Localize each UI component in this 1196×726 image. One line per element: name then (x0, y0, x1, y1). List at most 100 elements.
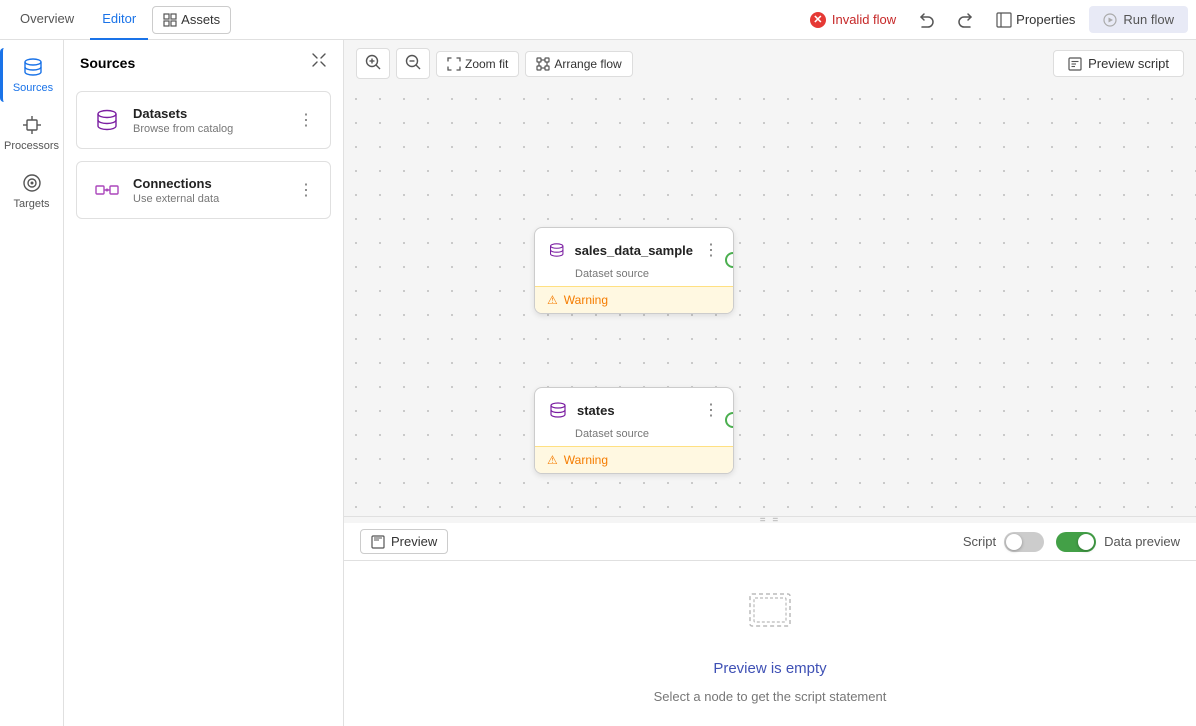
invalid-flow-button[interactable]: ✕ Invalid flow (800, 8, 906, 32)
sidebar-targets-label: Targets (13, 198, 49, 210)
canvas-area: Zoom fit Arrange flow (344, 40, 1196, 726)
assets-icon (163, 13, 177, 27)
script-toggle-label: Script (963, 534, 996, 549)
arrange-flow-icon (536, 57, 550, 71)
flow-node-states-title: states (577, 403, 693, 418)
data-preview-toggle-knob (1078, 534, 1094, 550)
datasets-menu-button[interactable]: ⋮ (296, 108, 316, 132)
tab-assets-label: Assets (181, 12, 220, 27)
flow-node-sales-subtitle: Dataset source (535, 268, 733, 286)
zoom-in-button[interactable] (356, 48, 390, 79)
flow-node-states-connector[interactable] (725, 412, 734, 428)
flow-node-states[interactable]: states ⋮ Dataset source ⚠ Warning (534, 387, 734, 474)
redo-button[interactable] (948, 7, 982, 33)
flow-node-sales-header: sales_data_sample ⋮ (535, 228, 733, 268)
flow-node-states-subtitle: Dataset source (535, 428, 733, 446)
preview-tab-label: Preview (391, 534, 437, 549)
flow-node-sales-warning-label: Warning (564, 293, 608, 307)
targets-icon (21, 172, 43, 194)
data-preview-toggle-label: Data preview (1104, 534, 1180, 549)
sources-title: Sources (80, 55, 135, 71)
preview-section: = = Preview Script (344, 516, 1196, 726)
zoom-fit-icon (447, 57, 461, 71)
flow-node-states-icon (547, 399, 569, 421)
invalid-flow-icon: ✕ (810, 12, 826, 28)
script-toggle-knob (1006, 534, 1022, 550)
zoom-in-icon (365, 54, 381, 70)
connections-subtitle: Use external data (133, 193, 286, 205)
canvas-grid[interactable]: sales_data_sample ⋮ Dataset source ⚠ War… (344, 87, 1196, 516)
preview-toolbar: Preview Script Data preview (344, 523, 1196, 561)
flow-node-sales-menu-button[interactable]: ⋮ (701, 238, 721, 262)
connections-card[interactable]: Connections Use external data ⋮ (76, 161, 331, 219)
arrange-flow-button[interactable]: Arrange flow (525, 51, 632, 77)
flow-node-states-menu-button[interactable]: ⋮ (701, 398, 721, 422)
canvas-toolbar: Zoom fit Arrange flow (344, 40, 1196, 87)
preview-empty-subtitle: Select a node to get the script statemen… (654, 689, 887, 704)
connections-menu-button[interactable]: ⋮ (296, 178, 316, 202)
preview-script-label: Preview script (1088, 56, 1169, 71)
sidebar-icons: Sources Processors Targets (0, 40, 64, 726)
zoom-out-button[interactable] (396, 48, 430, 79)
undo-icon (918, 11, 936, 29)
zoom-out-icon (405, 54, 421, 70)
sources-panel: Sources Datasets Browse from catalog (64, 40, 344, 726)
tab-assets[interactable]: Assets (152, 6, 231, 34)
data-preview-toggle[interactable] (1056, 532, 1096, 552)
flow-node-states-warning: ⚠ Warning (535, 446, 733, 473)
sidebar-processors-label: Processors (4, 140, 59, 152)
connections-info: Connections Use external data (133, 176, 286, 205)
zoom-fit-button[interactable]: Zoom fit (436, 51, 519, 77)
flow-node-sales-icon (547, 239, 566, 261)
warning-icon-1: ⚠ (547, 293, 558, 307)
connections-title: Connections (133, 176, 286, 191)
flow-node-states-warning-label: Warning (564, 453, 608, 467)
properties-button[interactable]: Properties (986, 8, 1085, 32)
preview-script-button[interactable]: Preview script (1053, 50, 1184, 77)
tab-overview[interactable]: Overview (8, 0, 86, 40)
preview-tab-icon (371, 535, 385, 549)
flow-node-sales-title: sales_data_sample (574, 243, 693, 258)
datasets-title: Datasets (133, 106, 286, 121)
undo-button[interactable] (910, 7, 944, 33)
datasets-subtitle: Browse from catalog (133, 123, 286, 135)
datasets-icon (91, 104, 123, 136)
flow-node-sales-warning: ⚠ Warning (535, 286, 733, 313)
flow-node-sales[interactable]: sales_data_sample ⋮ Dataset source ⚠ War… (534, 227, 734, 314)
top-nav: Overview Editor Assets ✕ Invalid flow Pr… (0, 0, 1196, 40)
zoom-fit-label: Zoom fit (465, 57, 508, 71)
sources-header: Sources (64, 40, 343, 85)
sidebar-item-sources[interactable]: Sources (0, 48, 63, 102)
run-flow-button[interactable]: Run flow (1089, 6, 1188, 33)
flow-node-sales-connector[interactable] (725, 252, 734, 268)
run-flow-label: Run flow (1123, 12, 1174, 27)
tab-editor[interactable]: Editor (90, 0, 148, 40)
sources-icon (22, 56, 44, 78)
processors-icon (21, 114, 43, 136)
preview-content: Preview is empty Select a node to get th… (344, 561, 1196, 726)
sidebar-item-targets[interactable]: Targets (0, 164, 63, 218)
data-preview-toggle-group: Data preview (1056, 532, 1180, 552)
preview-script-icon (1068, 57, 1082, 71)
connections-icon (91, 174, 123, 206)
collapse-icon (311, 52, 327, 68)
run-flow-icon (1103, 13, 1117, 27)
preview-empty-icon (744, 584, 796, 648)
script-toggle[interactable] (1004, 532, 1044, 552)
properties-label: Properties (1016, 12, 1075, 27)
properties-icon (996, 12, 1012, 28)
sidebar-item-processors[interactable]: Processors (0, 106, 63, 160)
redo-icon (956, 11, 974, 29)
datasets-info: Datasets Browse from catalog (133, 106, 286, 135)
flow-node-states-header: states ⋮ (535, 388, 733, 428)
sidebar-sources-label: Sources (13, 82, 53, 94)
collapse-panel-button[interactable] (311, 52, 327, 73)
preview-empty-title: Preview is empty (713, 660, 826, 677)
invalid-flow-label: Invalid flow (832, 12, 896, 27)
script-toggle-group: Script (963, 532, 1044, 552)
main-layout: Sources Processors Targets Sources (0, 40, 1196, 726)
preview-tab[interactable]: Preview (360, 529, 448, 554)
datasets-card[interactable]: Datasets Browse from catalog ⋮ (76, 91, 331, 149)
warning-icon-2: ⚠ (547, 453, 558, 467)
arrange-flow-label: Arrange flow (554, 57, 621, 71)
